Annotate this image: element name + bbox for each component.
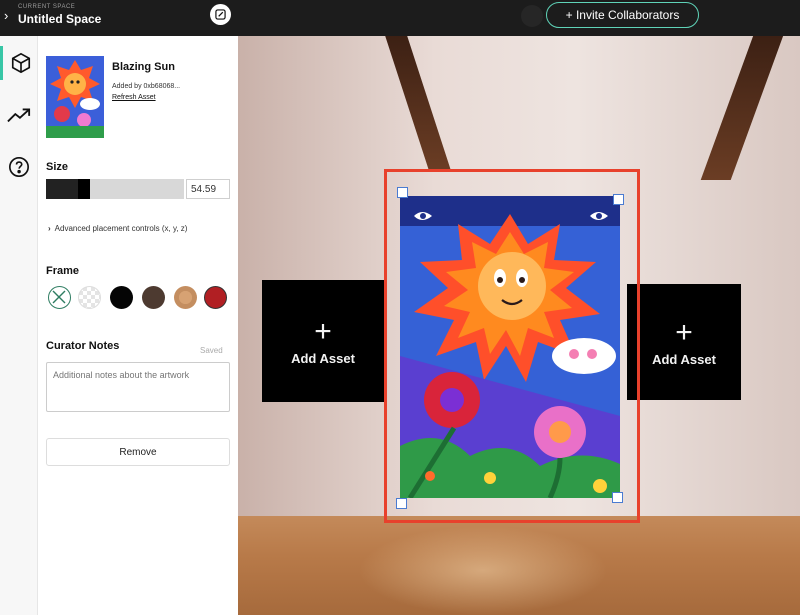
ceiling-beam [700, 36, 786, 180]
ceiling-beam [383, 36, 451, 170]
asset-panel: Blazing Sun Added by 0xb68068... Refresh… [38, 36, 238, 615]
asset-title: Blazing Sun [112, 61, 175, 73]
frame-clear-swatch[interactable] [78, 286, 101, 309]
resize-handle-top-left[interactable] [397, 187, 408, 198]
no-frame-icon [52, 290, 66, 304]
gallery-viewport[interactable]: + Add Asset + Add Asset [238, 36, 800, 615]
frame-dark-brown-swatch[interactable] [142, 286, 165, 309]
curator-notes-label: Curator Notes [46, 340, 120, 352]
refresh-asset-link[interactable]: Refresh Asset [112, 94, 156, 101]
chevron-right-icon: › [48, 224, 51, 233]
resize-handle-bottom-left[interactable] [396, 498, 407, 509]
plus-icon: + [314, 314, 332, 348]
cube-icon [11, 52, 30, 74]
advanced-placement-toggle[interactable]: › Advanced placement controls (x, y, z) [48, 224, 187, 233]
curator-notes-saved-status: Saved [200, 346, 223, 355]
asset-thumbnail [46, 56, 104, 138]
add-asset-right[interactable]: + Add Asset [627, 284, 741, 400]
rail-item-asset[interactable] [0, 46, 38, 80]
resize-handle-top-right[interactable] [613, 194, 624, 205]
resize-handle-bottom-right[interactable] [612, 492, 623, 503]
edit-icon [215, 9, 226, 20]
remove-button[interactable]: Remove [46, 438, 230, 466]
frame-label: Frame [46, 265, 80, 277]
icon-rail [0, 36, 38, 615]
frame-tan-swatch[interactable] [174, 286, 197, 309]
invite-collaborators-button[interactable]: + Invite Collaborators [546, 2, 699, 28]
add-asset-label: Add Asset [291, 350, 355, 366]
trend-up-icon [7, 108, 31, 123]
curator-notes-input[interactable] [46, 362, 230, 412]
top-bar: › CURRENT SPACE Untitled Space + Invite … [0, 0, 800, 36]
help-icon [9, 157, 29, 177]
space-name[interactable]: Untitled Space [18, 12, 101, 26]
size-slider[interactable] [46, 179, 184, 199]
size-input[interactable]: 54.59 [186, 179, 230, 199]
space-kicker: CURRENT SPACE [18, 4, 76, 10]
plus-icon: + [675, 315, 693, 349]
size-slider-handle[interactable] [78, 179, 90, 199]
edit-space-button[interactable] [210, 4, 231, 25]
frame-none-swatch[interactable] [48, 286, 71, 309]
advanced-placement-label: Advanced placement controls (x, y, z) [54, 224, 188, 233]
add-asset-label: Add Asset [652, 351, 716, 367]
rail-item-help[interactable] [0, 150, 38, 184]
rail-item-analytics[interactable] [0, 98, 38, 132]
size-label: Size [46, 161, 69, 173]
frame-black-swatch[interactable] [110, 286, 133, 309]
floor-light [358, 526, 608, 615]
size-slider-fill [46, 179, 78, 199]
add-asset-left[interactable]: + Add Asset [262, 280, 384, 402]
avatar[interactable] [521, 5, 543, 27]
chevron-right-icon[interactable]: › [4, 8, 8, 23]
asset-added-by: Added by 0xb68068... [112, 83, 181, 90]
frame-red-swatch[interactable] [204, 286, 227, 309]
artwork-selection-outline [384, 169, 640, 523]
